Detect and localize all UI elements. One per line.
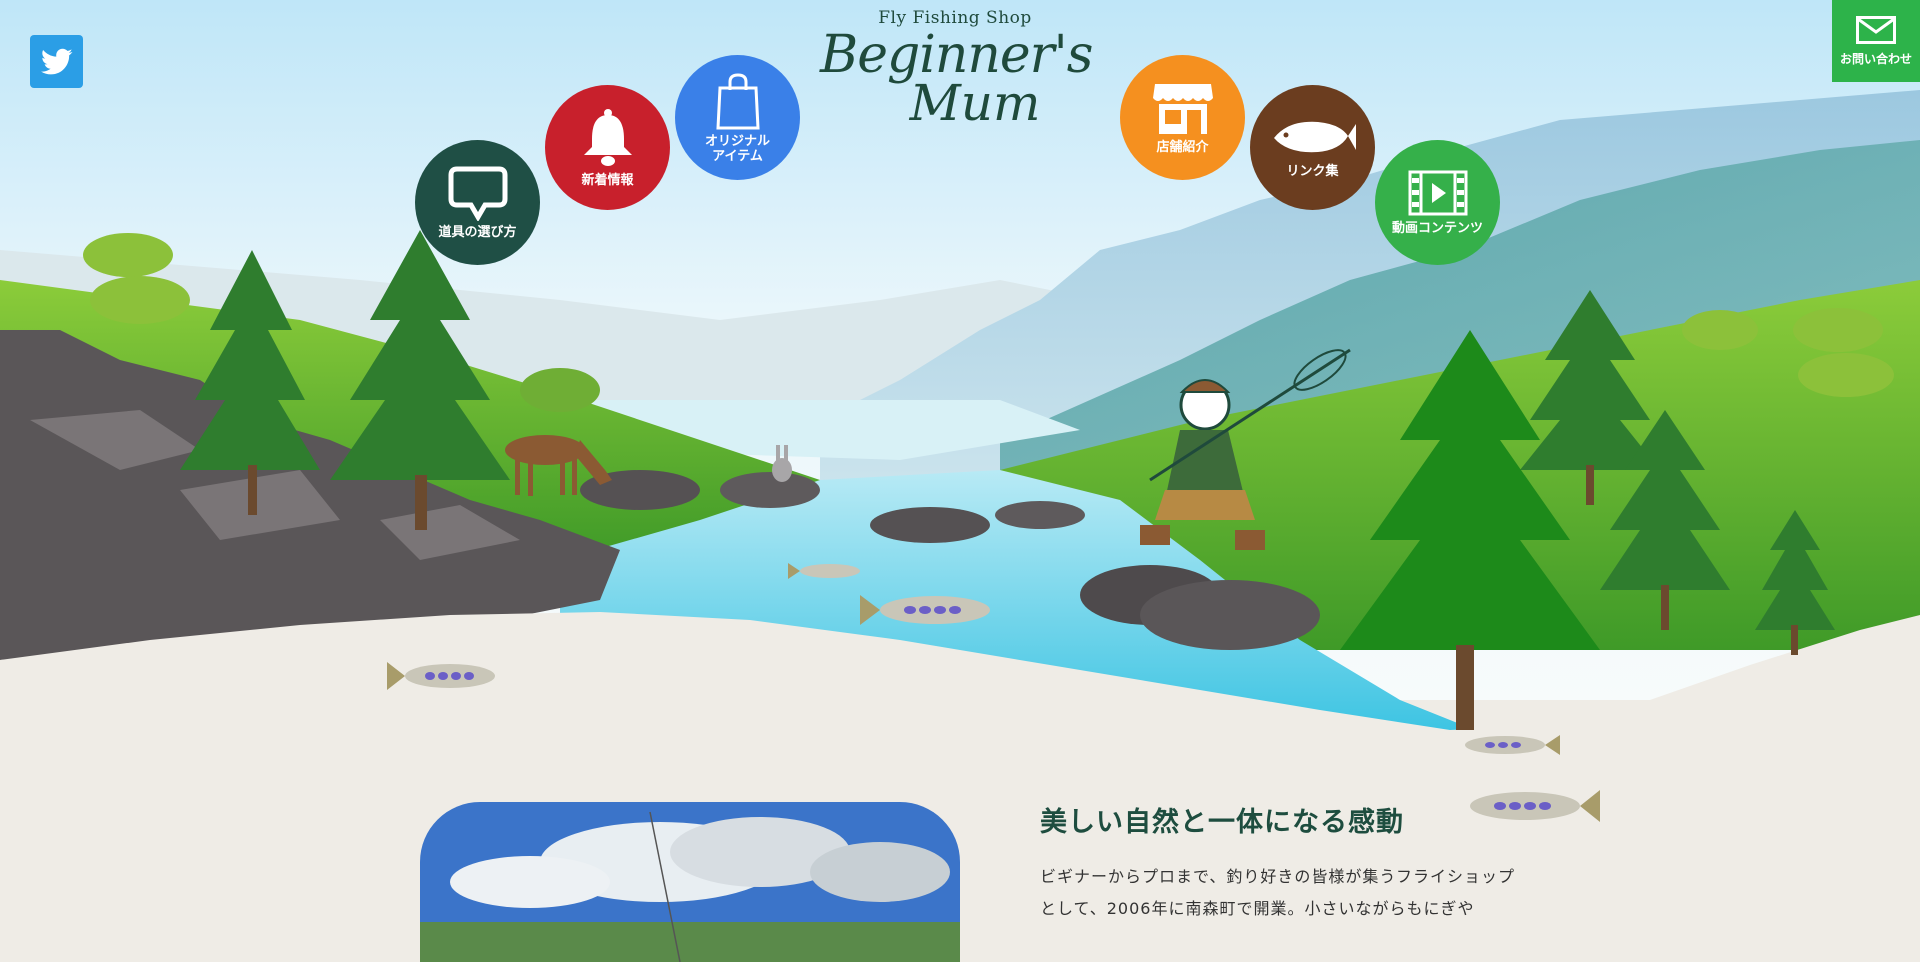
nav-videos-label: 動画コンテンツ (1391, 221, 1483, 236)
nav-shop-info-label: 店舗紹介 (1156, 140, 1209, 155)
logo-title-line2: Mum (909, 74, 1041, 132)
twitter-button[interactable] (30, 35, 83, 88)
intro-text: ビギナーからプロまで、釣り好きの皆様が集うフライショップとして、2006年に南森… (1040, 867, 1516, 918)
nav-tools-guide[interactable]: 道具の選び方 (415, 140, 540, 265)
nav-links-label: リンク集 (1286, 164, 1339, 179)
nav-shop-info[interactable]: 店舗紹介 (1120, 55, 1245, 180)
nav-videos[interactable]: 動画コンテンツ (1375, 140, 1500, 265)
intro-heading: 美しい自然と一体になる感動 (1040, 807, 1404, 838)
contact-button[interactable]: お問い合わせ (1832, 0, 1920, 82)
nav-tools-guide-label: 道具の選び方 (438, 225, 517, 240)
nav-news-label: 新着情報 (581, 173, 634, 188)
film-play-icon (1408, 170, 1467, 216)
speech-bubble-icon (448, 166, 507, 221)
envelope-icon (1856, 15, 1896, 44)
logo-title-line1: Beginner's (820, 25, 1094, 85)
storefront-icon (1152, 84, 1213, 134)
twitter-icon (40, 48, 72, 74)
nav-original-items-label: オリジナル アイテム (704, 133, 770, 164)
shopping-bag-icon (715, 72, 760, 129)
nav-news[interactable]: 新着情報 (545, 85, 670, 210)
nav-links[interactable]: リンク集 (1250, 85, 1375, 210)
featured-photo (420, 802, 960, 962)
bell-icon (583, 109, 632, 166)
contact-label: お問い合わせ (1839, 51, 1912, 66)
nav-original-items[interactable]: オリジナル アイテム (675, 55, 800, 180)
fish-icon (1273, 121, 1356, 153)
intro-section: 美しい自然と一体になる感動 ビギナーからプロまで、釣り好きの皆様が集うフライショ… (1040, 800, 1520, 925)
site-logo[interactable]: Fly Fishing Shop Beginner's Mum (820, 8, 1094, 143)
